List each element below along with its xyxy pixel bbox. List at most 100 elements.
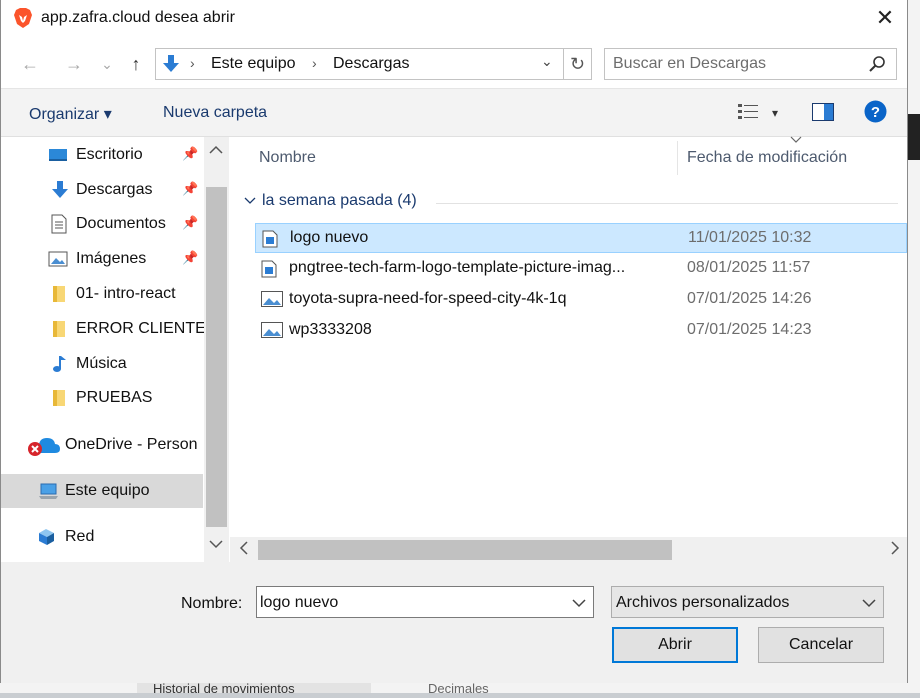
- file-name: toyota-supra-need-for-speed-city-4k-1q: [289, 290, 567, 307]
- chevron-down-icon[interactable]: [572, 598, 586, 608]
- group-header[interactable]: la semana pasada (4): [244, 192, 417, 210]
- scroll-down-icon[interactable]: [209, 539, 223, 549]
- filename-input[interactable]: [260, 593, 560, 613]
- file-date: 08/01/2025 11:57: [687, 259, 811, 276]
- file-name: logo nuevo: [290, 229, 369, 246]
- file-row[interactable]: toyota-supra-need-for-speed-city-4k-1q 0…: [255, 285, 907, 315]
- file-list: Nombre Fecha de modificación la semana p…: [230, 136, 907, 537]
- filename-combobox[interactable]: [256, 586, 594, 618]
- refresh-icon[interactable]: ↻: [563, 49, 591, 79]
- sidebar-item-documentos[interactable]: Documentos 📌: [1, 207, 203, 241]
- photo-file-icon: [261, 291, 283, 307]
- up-arrow-icon[interactable]: ↑: [125, 52, 147, 76]
- search-box[interactable]: [604, 48, 897, 80]
- photo-file-icon: [261, 322, 283, 338]
- image-file-icon: [262, 230, 278, 248]
- file-date: 11/01/2025 10:32: [688, 229, 812, 246]
- sidebar-item-label: Descargas: [76, 181, 153, 198]
- filename-label: Nombre:: [181, 595, 243, 612]
- file-type-select[interactable]: Archivos personalizados: [611, 586, 884, 618]
- column-header-name[interactable]: Nombre: [259, 149, 316, 167]
- pin-icon: 📌: [182, 250, 199, 265]
- open-button[interactable]: Abrir: [612, 627, 738, 663]
- open-file-dialog: app.zafra.cloud desea abrir ✕ ← → ⌄ ↑ › …: [0, 0, 908, 683]
- navigation-pane: Escritorio 📌 Descargas 📌 Documentos 📌 Im…: [1, 137, 229, 563]
- preview-pane-icon[interactable]: [812, 103, 834, 121]
- help-icon[interactable]: ?: [864, 100, 887, 123]
- file-row[interactable]: pngtree-tech-farm-logo-template-picture-…: [255, 254, 907, 284]
- downloads-location-icon: [163, 55, 179, 72]
- sidebar-item-pruebas[interactable]: PRUEBAS: [1, 381, 203, 415]
- chevron-down-icon: [862, 599, 876, 608]
- scroll-right-icon[interactable]: [890, 541, 900, 555]
- address-dropdown-icon[interactable]: ⌄: [541, 53, 553, 70]
- sidebar-item-label: OneDrive - Person: [65, 436, 198, 453]
- sidebar-item-musica[interactable]: Música: [1, 347, 203, 381]
- scroll-thumb[interactable]: [206, 187, 227, 527]
- back-arrow-icon[interactable]: ←: [19, 52, 41, 76]
- file-row[interactable]: wp3333208 07/01/2025 14:23: [255, 316, 907, 346]
- search-input[interactable]: [613, 54, 853, 74]
- sidebar-item-escritorio[interactable]: Escritorio 📌: [1, 138, 203, 172]
- recent-locations-icon[interactable]: ⌄: [96, 52, 118, 76]
- background-window-edge: [908, 0, 920, 693]
- horizontal-scrollbar[interactable]: [230, 537, 907, 563]
- sidebar-item-imagenes[interactable]: Imágenes 📌: [1, 242, 203, 276]
- sidebar-item-label: Música: [76, 355, 127, 372]
- chevron-down-icon: [244, 197, 256, 204]
- sidebar-item-label: PRUEBAS: [76, 389, 153, 406]
- file-date: 07/01/2025 14:26: [687, 290, 812, 307]
- scroll-thumb[interactable]: [258, 540, 672, 560]
- sidebar-item-intro-react[interactable]: 01- intro-react: [1, 277, 203, 311]
- breadcrumb-descargas[interactable]: Descargas: [333, 55, 409, 73]
- column-divider[interactable]: [677, 141, 678, 175]
- onedrive-icon: [28, 438, 60, 456]
- sidebar-item-label: Imágenes: [76, 250, 147, 267]
- background-dark-block: [908, 114, 920, 160]
- folder-icon: [53, 321, 65, 337]
- brave-lion-icon: [14, 8, 32, 28]
- sidebar-item-label: Este equipo: [65, 482, 150, 499]
- pin-icon: 📌: [182, 146, 199, 161]
- view-options-dropdown-icon[interactable]: ▾: [772, 106, 778, 120]
- sidebar-scrollbar[interactable]: [204, 137, 229, 563]
- address-bar[interactable]: › Este equipo › Descargas ⌄ ↻: [155, 48, 592, 80]
- breadcrumb-separator: ›: [190, 55, 195, 71]
- folder-icon: [53, 390, 65, 406]
- search-icon[interactable]: [868, 55, 886, 73]
- view-details-icon[interactable]: [738, 103, 760, 121]
- pin-icon: 📌: [182, 215, 199, 230]
- content-area: Escritorio 📌 Descargas 📌 Documentos 📌 Im…: [1, 136, 907, 563]
- breadcrumb-separator: ›: [312, 55, 317, 71]
- sidebar-item-descargas[interactable]: Descargas 📌: [1, 173, 203, 207]
- sidebar-item-error-cliente[interactable]: ERROR CLIENTE: [1, 312, 206, 346]
- file-row[interactable]: logo nuevo 11/01/2025 10:32: [255, 223, 907, 253]
- sidebar-item-onedrive[interactable]: OneDrive - Person: [1, 428, 203, 462]
- file-name: pngtree-tech-farm-logo-template-picture-…: [289, 259, 626, 276]
- organize-button[interactable]: Organizar ▾: [29, 104, 112, 124]
- sidebar-item-label: 01- intro-react: [76, 285, 176, 302]
- sidebar-item-red[interactable]: Red: [1, 520, 203, 554]
- image-file-icon: [261, 260, 277, 278]
- dialog-footer: Nombre: Archivos personalizados Abrir Ca…: [1, 562, 907, 683]
- help-glyph: ?: [871, 104, 880, 121]
- pictures-icon: [48, 251, 68, 267]
- close-button[interactable]: ✕: [867, 2, 903, 34]
- sidebar-item-label: Red: [65, 528, 95, 545]
- breadcrumb-este-equipo[interactable]: Este equipo: [211, 55, 296, 73]
- scroll-left-icon[interactable]: [239, 541, 249, 555]
- cancel-button[interactable]: Cancelar: [758, 627, 884, 663]
- network-icon: [39, 529, 54, 545]
- title-bar: app.zafra.cloud desea abrir ✕: [1, 0, 907, 38]
- downloads-icon: [52, 181, 68, 198]
- sidebar-item-label: ERROR CLIENTE: [76, 320, 206, 337]
- forward-arrow-icon[interactable]: →: [63, 52, 85, 76]
- column-header-date[interactable]: Fecha de modificación: [687, 149, 847, 167]
- file-type-value: Archivos personalizados: [616, 594, 790, 611]
- file-date: 07/01/2025 14:23: [687, 321, 812, 338]
- new-folder-button[interactable]: Nueva carpeta: [163, 104, 267, 122]
- sidebar-item-este-equipo[interactable]: Este equipo: [1, 474, 203, 508]
- folder-icon: [53, 286, 65, 302]
- scroll-up-icon[interactable]: [209, 145, 223, 155]
- sidebar-item-label: Escritorio: [76, 146, 143, 163]
